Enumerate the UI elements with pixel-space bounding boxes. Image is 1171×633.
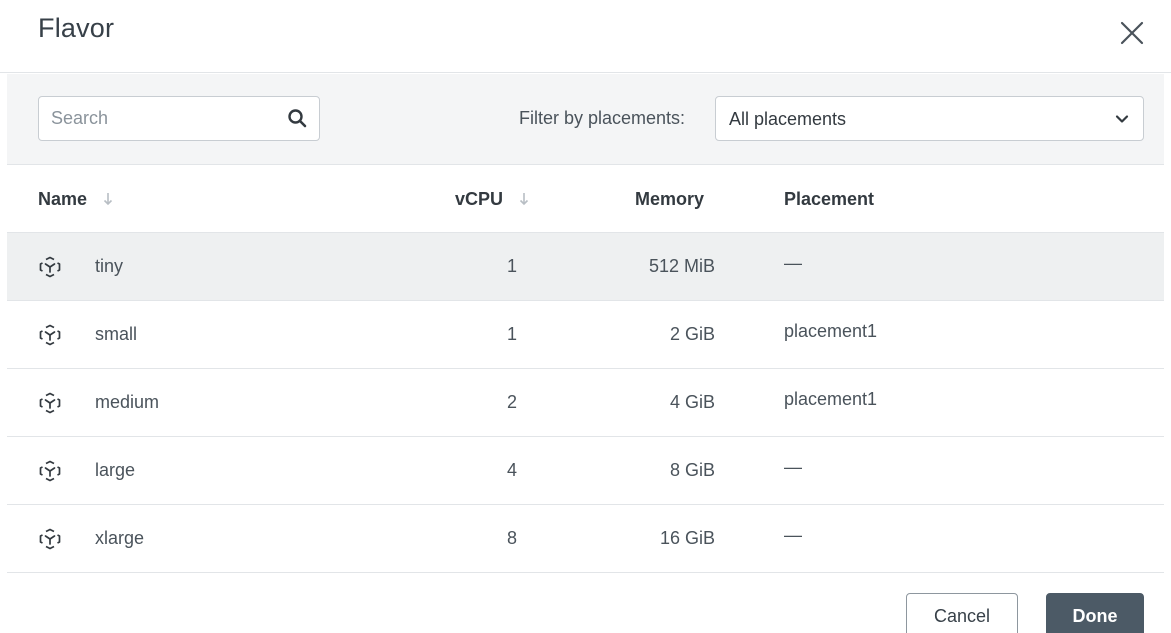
table-row[interactable]: tiny 1 512 MiB — <box>7 233 1164 301</box>
close-icon <box>1120 21 1144 45</box>
column-header-memory: Memory <box>635 189 704 210</box>
flavor-cube-icon <box>39 528 61 550</box>
flavor-vcpu: 2 <box>506 392 517 412</box>
flavor-vcpu: 4 <box>506 460 517 480</box>
flavor-placement: placement1 <box>784 321 878 341</box>
flavor-name: xlarge <box>95 528 145 548</box>
flavor-vcpu: 8 <box>506 528 517 548</box>
flavor-cube-icon <box>39 324 61 346</box>
flavor-memory: 4 GiB <box>669 392 715 412</box>
flavor-memory: 512 MiB <box>648 256 715 276</box>
table-row[interactable]: medium 2 4 GiB placement1 <box>7 369 1164 437</box>
search-input[interactable] <box>39 97 279 140</box>
column-header-vcpu-label: vCPU <box>455 189 504 209</box>
column-header-placement: Placement <box>784 189 874 210</box>
search-icon[interactable] <box>287 108 307 128</box>
cancel-button[interactable]: Cancel <box>906 593 1018 633</box>
flavor-vcpu: 1 <box>506 324 517 344</box>
done-button[interactable]: Done <box>1046 593 1144 633</box>
dialog-footer: Cancel Done <box>0 572 1171 633</box>
placement-filter-value: All placements <box>729 109 847 129</box>
table-row[interactable]: large 4 8 GiB — <box>7 437 1164 505</box>
toolbar: Filter by placements: All placements <box>7 74 1164 165</box>
dialog-title: Flavor <box>38 13 115 43</box>
flavor-memory: 8 GiB <box>669 460 715 480</box>
flavor-name: medium <box>95 392 160 412</box>
arrow-down-icon <box>103 193 113 206</box>
flavor-placement: — <box>784 457 802 477</box>
column-header-memory-label: Memory <box>635 189 705 209</box>
flavor-cube-icon <box>39 392 61 414</box>
chevron-down-icon <box>1115 115 1129 123</box>
dialog-header: Flavor <box>0 0 1171 73</box>
flavor-placement: placement1 <box>784 389 878 409</box>
column-header-name-label: Name <box>38 189 88 209</box>
filter-label: Filter by placements: <box>519 108 686 128</box>
column-header-vcpu[interactable]: vCPU <box>455 189 530 210</box>
table-row[interactable]: xlarge 8 16 GiB — <box>7 505 1164 573</box>
flavor-cube-icon <box>39 460 61 482</box>
arrow-down-icon <box>519 193 529 206</box>
column-header-placement-label: Placement <box>784 189 875 209</box>
flavor-name: large <box>95 460 136 480</box>
close-button[interactable] <box>1118 19 1146 47</box>
flavor-vcpu: 1 <box>506 256 517 276</box>
flavor-name: small <box>95 324 138 344</box>
flavor-memory: 2 GiB <box>669 324 715 344</box>
flavor-placement: — <box>784 525 802 545</box>
table-header: Name vCPU Memory Placement <box>7 165 1164 233</box>
placement-filter-select[interactable]: All placements <box>715 96 1144 141</box>
column-header-name[interactable]: Name <box>38 189 114 210</box>
flavor-placement: — <box>784 253 802 273</box>
flavor-memory: 16 GiB <box>659 528 715 548</box>
table-row[interactable]: small 1 2 GiB placement1 <box>7 301 1164 369</box>
flavor-cube-icon <box>39 256 61 278</box>
search-box <box>38 96 320 141</box>
flavor-name: tiny <box>95 256 124 276</box>
